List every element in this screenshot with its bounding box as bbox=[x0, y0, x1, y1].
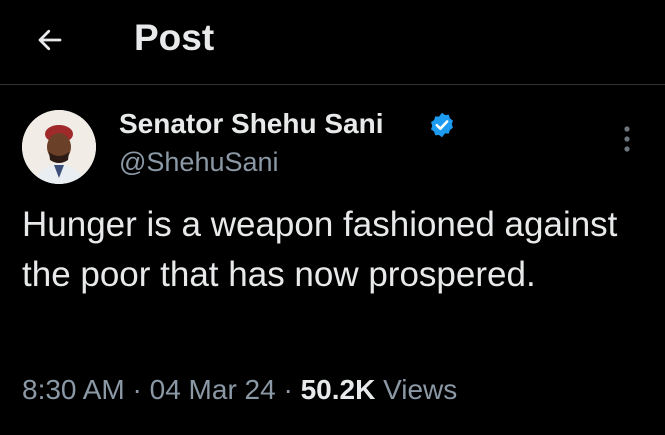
page-title: Post bbox=[134, 17, 215, 58]
meta-separator: · bbox=[132, 374, 142, 405]
post-text: Hunger is a weapon fashioned against the… bbox=[22, 205, 618, 294]
post-time[interactable]: 8:30 AM bbox=[22, 374, 125, 405]
post-date[interactable]: 04 Mar 24 bbox=[150, 374, 276, 405]
back-button[interactable] bbox=[30, 20, 70, 60]
profile-photo bbox=[22, 110, 96, 184]
post-metadata: 8:30 AM · 04 Mar 24 · 50.2K Views bbox=[22, 372, 457, 408]
author-handle[interactable]: @ShehuSani bbox=[119, 145, 279, 179]
more-options-button[interactable] bbox=[612, 122, 642, 156]
views-count: 50.2K bbox=[300, 374, 376, 405]
views-label: Views bbox=[383, 374, 458, 405]
author-display-name[interactable]: Senator Shehu Sani bbox=[119, 106, 384, 142]
meta-separator: · bbox=[283, 374, 293, 405]
top-bar: Post bbox=[0, 0, 665, 85]
verified-badge-icon bbox=[428, 111, 456, 139]
more-vertical-icon bbox=[624, 126, 630, 152]
avatar[interactable] bbox=[22, 110, 96, 184]
arrow-left-icon bbox=[38, 29, 62, 51]
